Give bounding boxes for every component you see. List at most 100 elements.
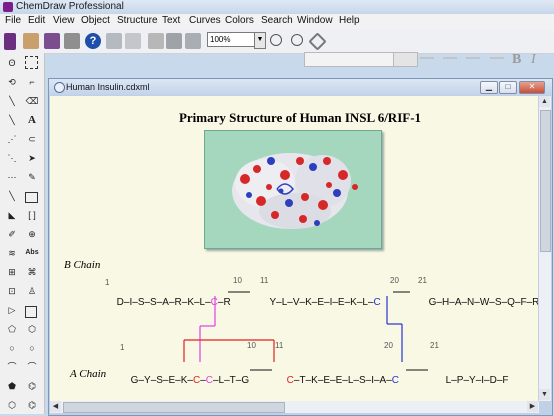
b-residue[interactable]: F xyxy=(520,297,526,308)
new-document-icon[interactable] xyxy=(4,33,16,50)
chair-icon[interactable]: ⌒ xyxy=(5,360,19,374)
menu-text[interactable]: Text xyxy=(162,15,180,26)
pen-tool-icon[interactable]: ✎ xyxy=(25,170,39,184)
b-residue[interactable]: L xyxy=(362,297,368,308)
cyclobutane-icon[interactable] xyxy=(25,306,37,318)
cyclopentane-icon[interactable]: ⬠ xyxy=(5,322,19,336)
dashed-bond-icon[interactable]: ⋯ xyxy=(5,170,19,184)
a-residue[interactable]: L xyxy=(348,375,354,386)
a-residue[interactable]: A xyxy=(380,375,387,386)
b-residue[interactable]: S xyxy=(495,297,502,308)
a-residue[interactable]: F xyxy=(502,375,508,386)
bold-bond-icon[interactable]: ╲ xyxy=(5,189,19,203)
a-residue[interactable]: Y xyxy=(469,375,476,386)
vertical-scrollbar[interactable]: ▲ ▼ xyxy=(539,96,551,401)
marquee-icon[interactable] xyxy=(25,56,38,69)
close-button[interactable]: ✕ xyxy=(519,81,545,94)
a-residue[interactable]: T xyxy=(230,375,236,386)
bond-tool-icon[interactable]: ╲ xyxy=(5,94,19,108)
copy-icon[interactable] xyxy=(166,33,182,49)
b-residue[interactable]: K xyxy=(187,297,194,308)
menu-edit[interactable]: Edit xyxy=(28,15,45,26)
horizontal-scrollbar[interactable]: ◀ ▶ xyxy=(50,401,539,413)
a-residue[interactable]: S xyxy=(156,375,163,386)
rotate-icon[interactable]: ⟲ xyxy=(5,75,19,89)
abbreviation-tool-icon[interactable]: Abs xyxy=(25,246,39,260)
cyclopropane-icon[interactable]: ▷ xyxy=(5,303,19,317)
chevron-down-icon[interactable] xyxy=(393,52,418,67)
charge-tool-icon[interactable]: ⊕ xyxy=(25,227,39,241)
bold-icon[interactable]: B xyxy=(512,52,521,68)
chevron-down-icon[interactable]: ▼ xyxy=(254,32,266,49)
scroll-left-icon[interactable]: ◀ xyxy=(50,401,61,412)
benzene-icon[interactable]: ⌬ xyxy=(25,379,39,393)
b-residue[interactable]: S xyxy=(150,297,157,308)
arrow-tool-icon[interactable]: ➤ xyxy=(25,151,39,165)
a-residue-cys[interactable]: C xyxy=(287,375,294,386)
b-residue[interactable]: A xyxy=(162,297,169,308)
cyclohexane-2-icon[interactable]: ⬡ xyxy=(5,398,19,412)
benzene-2-icon[interactable]: ⌬ xyxy=(25,398,39,412)
help-icon[interactable]: ? xyxy=(85,33,101,49)
b-residue[interactable]: Y xyxy=(270,297,277,308)
a-residue[interactable]: L xyxy=(446,375,452,386)
cyclohexane-icon[interactable]: ⬡ xyxy=(25,322,39,336)
align-right-icon[interactable] xyxy=(466,57,480,65)
b-residue[interactable]: K xyxy=(305,297,312,308)
b-residue[interactable]: R xyxy=(223,297,230,308)
open-folder-icon[interactable] xyxy=(23,33,39,49)
rectangle-tool-icon[interactable] xyxy=(25,192,38,203)
a-residue[interactable]: E xyxy=(168,375,175,386)
b-residue[interactable]: K xyxy=(350,297,357,308)
b-residue[interactable]: W xyxy=(480,297,489,308)
b-residue[interactable]: N xyxy=(467,297,474,308)
template-tool-icon[interactable]: ♙ xyxy=(25,284,39,298)
a-residue[interactable]: K xyxy=(181,375,188,386)
menu-object[interactable]: Object xyxy=(81,15,110,26)
b-residue[interactable]: A xyxy=(455,297,462,308)
menu-structure[interactable]: Structure xyxy=(117,15,158,26)
a-residue[interactable]: E xyxy=(323,375,330,386)
chain-tool-icon[interactable]: ⌐ xyxy=(25,75,39,89)
align-center-icon[interactable] xyxy=(443,57,457,65)
b-residue[interactable]: L xyxy=(200,297,206,308)
align-left-icon[interactable] xyxy=(420,57,434,65)
query-tool-icon[interactable]: ⊡ xyxy=(5,284,19,298)
a-residue-cys[interactable]: C xyxy=(193,375,200,386)
a-residue[interactable]: L xyxy=(219,375,225,386)
horizontal-scroll-thumb[interactable] xyxy=(63,402,285,413)
a-residue[interactable]: K xyxy=(311,375,318,386)
paste-icon[interactable] xyxy=(185,33,201,49)
b-residue[interactable]: Q xyxy=(507,297,515,308)
a-residue[interactable]: D xyxy=(490,375,497,386)
menu-view[interactable]: View xyxy=(53,15,75,26)
b-residue[interactable]: I xyxy=(330,297,333,308)
maximize-button[interactable]: □ xyxy=(499,81,517,94)
a-residue-cys[interactable]: C xyxy=(206,375,213,386)
justify-icon[interactable] xyxy=(490,57,504,65)
drawing-canvas[interactable]: Primary Structure of Human INSL 6/RIF-1 xyxy=(50,96,538,410)
a-residue[interactable]: P xyxy=(457,375,464,386)
b-residue[interactable]: D xyxy=(117,297,124,308)
a-residue[interactable]: G xyxy=(241,375,249,386)
b-residue[interactable]: E xyxy=(317,297,324,308)
b-residue[interactable]: R xyxy=(532,297,538,308)
b-residue[interactable]: I xyxy=(129,297,132,308)
cut-icon[interactable] xyxy=(148,33,164,49)
eraser-icon[interactable]: ⌫ xyxy=(25,94,39,108)
b-residue[interactable]: L xyxy=(282,297,288,308)
vertical-scroll-thumb[interactable] xyxy=(540,110,551,252)
table-tool-icon[interactable]: ⊞ xyxy=(5,265,19,279)
a-residue[interactable]: S xyxy=(359,375,366,386)
undo-icon[interactable] xyxy=(106,33,122,49)
italic-icon[interactable]: I xyxy=(531,52,536,68)
bold-wedge-icon[interactable]: ◣ xyxy=(5,208,19,222)
zoom-out-icon[interactable] xyxy=(291,34,303,46)
b-residue[interactable]: S xyxy=(138,297,145,308)
print-icon[interactable] xyxy=(64,33,80,49)
multiple-bond-icon[interactable]: ≋ xyxy=(5,246,19,260)
zoom-in-icon[interactable] xyxy=(270,34,282,46)
menu-colors[interactable]: Colors xyxy=(225,15,254,26)
a-residue[interactable]: T xyxy=(299,375,305,386)
b-residue[interactable]: V xyxy=(293,297,300,308)
